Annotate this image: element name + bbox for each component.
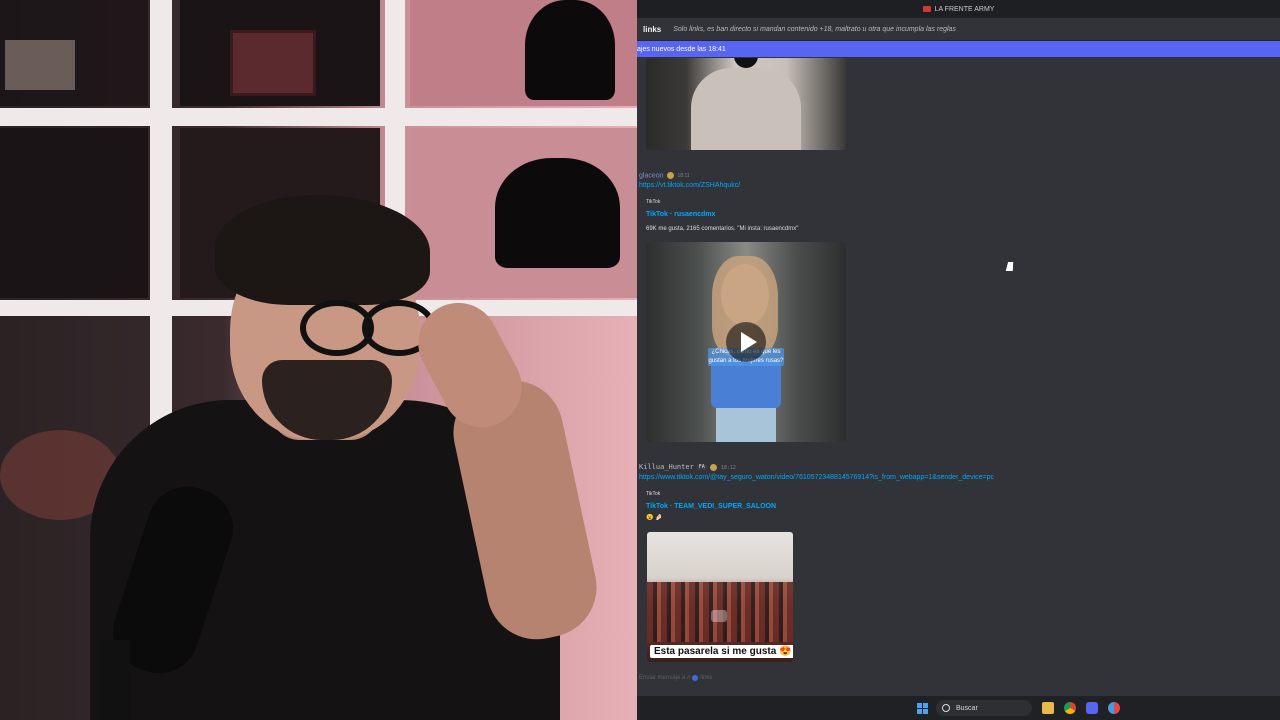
microphone-stand: [100, 640, 130, 720]
server-name: LA FRENTE ARMY: [934, 5, 995, 13]
channel-header: links Solo links, es ban directo si mand…: [637, 18, 1280, 41]
embed-provider: TikTok: [646, 199, 661, 205]
composer-channel: links: [700, 675, 713, 681]
webcam-feed: [0, 0, 637, 720]
windows-start-icon[interactable]: [917, 702, 928, 714]
embed-title[interactable]: TikTok · rusaencdmx: [646, 211, 715, 218]
channel-name[interactable]: links: [643, 25, 661, 34]
taskbar-search[interactable]: Buscar: [936, 700, 1032, 716]
channel-topic: Solo links, es ban directo si mandan con…: [673, 25, 956, 33]
badge-icon: [666, 172, 674, 179]
discord-icon[interactable]: [1086, 702, 1098, 714]
embed-video-thumbnail[interactable]: Esta pasarela si me gusta 😍: [647, 532, 793, 662]
title-bar: LA FRENTE ARMY: [637, 0, 1280, 18]
play-icon[interactable]: [711, 610, 727, 622]
username-text[interactable]: Killua_Hunter: [639, 463, 694, 471]
app-icon[interactable]: [1108, 702, 1120, 714]
message-username[interactable]: glaceon 18:11: [639, 172, 690, 179]
chrome-icon[interactable]: [1064, 702, 1076, 714]
channel-icon: [692, 675, 699, 681]
message-link[interactable]: https://vt.tiktok.com/ZSHAhqukc/: [639, 182, 740, 189]
bust-figure-top: [525, 0, 615, 100]
badge-icon: [709, 463, 717, 471]
woman-figure-top: [711, 360, 781, 408]
bust-figure-mid: [495, 158, 620, 268]
frame-decoration: [5, 40, 75, 90]
embed-provider: TikTok: [646, 491, 661, 497]
video-caption: Esta pasarela si me gusta 😍: [650, 645, 793, 658]
embed-video-thumbnail[interactable]: ¿Chicas, cómo es que les gustan a los mu…: [646, 242, 846, 442]
play-icon[interactable]: [734, 58, 758, 68]
flag-icon: [922, 6, 931, 12]
windows-taskbar: Buscar: [637, 696, 1280, 720]
woman-figure-legs: [716, 408, 776, 442]
frame-decoration: [230, 30, 316, 96]
new-messages-label: ajes nuevos desde las 18:41: [637, 45, 726, 53]
message-timestamp: 18:12: [720, 465, 736, 471]
message-list[interactable]: glaceon 18:11 https://vt.tiktok.com/ZSHAh…: [637, 58, 1280, 668]
search-label: Buscar: [956, 704, 978, 712]
search-icon: [942, 704, 950, 712]
person-hair: [215, 195, 430, 305]
embed-description: 😮 🤌🏻: [646, 515, 663, 521]
message-timestamp: 18:11: [677, 173, 690, 180]
discord-window: LA FRENTE ARMY links Solo links, es ban …: [637, 0, 1280, 720]
folder-icon[interactable]: [1042, 702, 1054, 714]
embed-title[interactable]: TikTok · TEAM_VEDI_SUPER_SALOON: [646, 503, 776, 510]
shelf-horizontal-top: [0, 108, 637, 126]
previous-embed-image[interactable]: [646, 58, 846, 150]
message-link[interactable]: https://www.tiktok.com/@tay_seguro_waton…: [639, 474, 994, 481]
message-username[interactable]: Killua_Hunter FA 18:12: [639, 463, 736, 471]
embed-description: 69K me gusta, 2165 comentarios. "Mi inst…: [646, 226, 799, 232]
message-composer[interactable]: Enviar mensaje a # links: [637, 668, 1280, 688]
sweater-figure: [691, 68, 801, 150]
play-icon[interactable]: [726, 322, 766, 362]
composer-placeholder: Enviar mensaje a #: [639, 675, 691, 681]
new-messages-bar[interactable]: ajes nuevos desde las 18:41: [637, 41, 1280, 57]
user-tag: FA: [696, 464, 707, 470]
shelf-niche: [0, 128, 148, 298]
username-text[interactable]: glaceon: [639, 172, 664, 179]
